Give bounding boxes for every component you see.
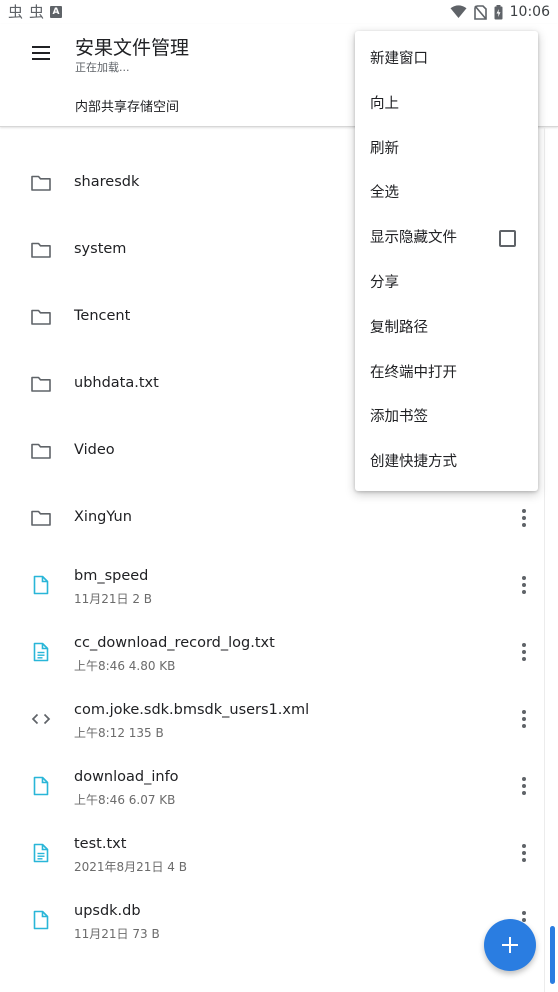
menu-item[interactable]: 刷新 — [355, 127, 538, 172]
file-icon — [30, 574, 52, 596]
no-sim-icon — [473, 4, 487, 20]
folder-icon — [30, 239, 52, 261]
status-notifications: 虫 虫 A — [8, 3, 63, 21]
menu-item[interactable]: 全选 — [355, 171, 538, 216]
code-file-icon — [30, 708, 52, 730]
menu-item-label: 复制路径 — [370, 319, 428, 336]
file-name: cc_download_record_log.txt — [74, 635, 275, 651]
menu-item[interactable]: 显示隐藏文件 — [355, 216, 538, 261]
file-row[interactable]: XingYun — [0, 485, 558, 552]
menu-item-label: 刷新 — [370, 140, 399, 157]
menu-item[interactable]: 新建窗口 — [355, 37, 538, 82]
file-name: Video — [74, 442, 115, 458]
folder-icon — [30, 507, 52, 529]
more-options-icon[interactable] — [514, 507, 534, 529]
folder-icon — [30, 373, 52, 395]
file-name: bm_speed — [74, 568, 149, 584]
file-icon — [30, 909, 52, 931]
more-options-icon[interactable] — [514, 574, 534, 596]
file-name: Tencent — [74, 308, 131, 324]
file-name: test.txt — [74, 836, 127, 852]
menu-icon[interactable] — [28, 40, 54, 66]
breadcrumb[interactable]: 内部共享存储空间 — [75, 96, 179, 115]
menu-item[interactable]: 在终端中打开 — [355, 351, 538, 396]
menu-item-label: 创建快捷方式 — [370, 454, 457, 471]
file-meta: 11月21日 2 B — [74, 592, 153, 606]
status-system-icons: 10:06 — [450, 3, 550, 21]
text-file-icon — [30, 842, 52, 864]
status-time: 10:06 — [509, 4, 550, 20]
file-name: ubhdata.txt — [74, 375, 159, 391]
battery-icon — [494, 4, 503, 19]
app-subtitle: 正在加载... — [75, 61, 130, 74]
menu-item[interactable]: 添加书签 — [355, 395, 538, 440]
app-title: 安果文件管理 — [75, 37, 190, 59]
wifi-icon — [450, 5, 467, 18]
file-name: XingYun — [74, 509, 132, 525]
file-row[interactable]: download_info 上午8:46 6.07 KB — [0, 753, 558, 820]
file-row[interactable]: bm_speed 11月21日 2 B — [0, 552, 558, 619]
more-options-icon[interactable] — [514, 708, 534, 730]
file-meta: 2021年8月21日 4 B — [74, 860, 187, 874]
more-options-icon[interactable] — [514, 842, 534, 864]
notification-a-icon: A — [50, 6, 63, 18]
menu-item-label: 分享 — [370, 274, 399, 291]
folder-icon — [30, 440, 52, 462]
menu-item-label: 显示隐藏文件 — [370, 230, 457, 247]
menu-item[interactable]: 向上 — [355, 82, 538, 127]
file-row[interactable]: test.txt 2021年8月21日 4 B — [0, 820, 558, 887]
file-icon — [30, 775, 52, 797]
file-meta: 11月21日 73 B — [74, 927, 160, 941]
file-meta: 上午8:46 6.07 KB — [74, 793, 176, 807]
status-bar: 虫 虫 A 10:06 — [0, 0, 558, 24]
file-row[interactable]: com.joke.sdk.bmsdk_users1.xml 上午8:12 135 … — [0, 686, 558, 753]
menu-item-label: 全选 — [370, 185, 399, 202]
folder-icon — [30, 306, 52, 328]
file-name: sharesdk — [74, 174, 140, 190]
menu-item-label: 添加书签 — [370, 409, 428, 426]
menu-item[interactable]: 复制路径 — [355, 306, 538, 351]
text-file-icon — [30, 641, 52, 663]
add-fab-button[interactable] — [484, 919, 536, 971]
menu-item[interactable]: 创建快捷方式 — [355, 440, 538, 485]
menu-item[interactable]: 分享 — [355, 261, 538, 306]
more-options-icon[interactable] — [514, 775, 534, 797]
notification-bug-icon: 虫 — [8, 3, 24, 21]
file-name: download_info — [74, 769, 179, 785]
file-name: upsdk.db — [74, 903, 141, 919]
file-name: com.joke.sdk.bmsdk_users1.xml — [74, 702, 310, 718]
show-hidden-checkbox[interactable] — [499, 230, 516, 248]
scrollbar[interactable] — [550, 926, 555, 984]
menu-item-label: 新建窗口 — [370, 51, 428, 67]
file-name: system — [74, 241, 127, 257]
file-row[interactable]: cc_download_record_log.txt 上午8:46 4.80 KB — [0, 619, 558, 686]
file-meta: 上午8:12 135 B — [74, 726, 164, 740]
file-row[interactable]: upsdk.db 11月21日 73 B — [0, 887, 558, 954]
overflow-menu: 新建窗口向上刷新全选显示隐藏文件 分享复制路径在终端中打开 添加书签创建快捷方式 — [355, 31, 538, 491]
menu-item-label: 在终端中打开 — [370, 364, 457, 381]
notification-bug-icon: 虫 — [29, 3, 45, 21]
menu-item-label: 向上 — [370, 95, 399, 112]
folder-icon — [30, 172, 52, 194]
more-options-icon[interactable] — [514, 641, 534, 663]
file-meta: 上午8:46 4.80 KB — [74, 659, 176, 673]
